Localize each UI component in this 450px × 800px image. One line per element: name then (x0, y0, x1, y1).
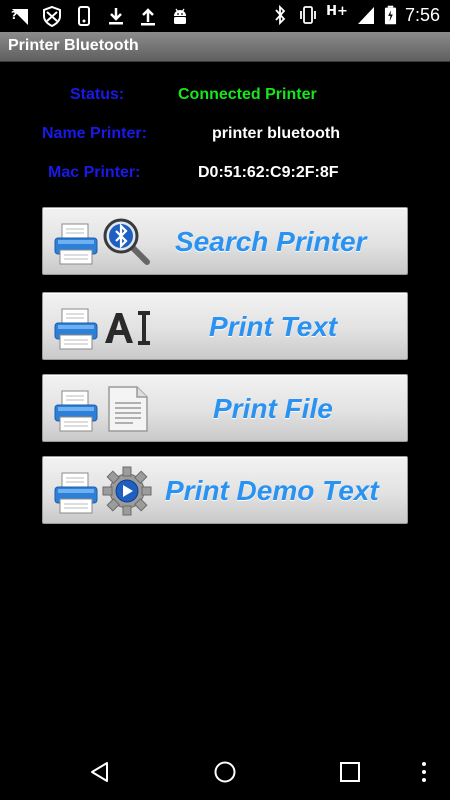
print-demo-text-label: Print Demo Text (165, 475, 379, 506)
wifi-unknown-icon: ? (11, 9, 28, 25)
mac-printer-label: Mac Printer: (48, 164, 141, 181)
action-bar: Printer Bluetooth (0, 32, 450, 62)
status-bar: ? H+ 7:56 (0, 0, 450, 32)
svg-text:?: ? (11, 9, 17, 22)
home-icon[interactable] (213, 760, 237, 784)
printer-icon (54, 390, 98, 432)
android-icon (174, 8, 186, 24)
bluetooth-search-icon (103, 218, 150, 265)
phone-icon (78, 6, 90, 26)
printer-icon (54, 308, 98, 350)
bluetooth-icon (275, 4, 286, 26)
printer-icon (54, 223, 98, 265)
overflow-menu-icon[interactable] (414, 760, 434, 784)
print-text-label: Print Text (209, 311, 338, 342)
print-file-button[interactable]: Print File (42, 374, 408, 442)
text-ai-icon (105, 311, 150, 345)
gear-play-icon (102, 466, 152, 516)
vibrate-icon (300, 6, 317, 24)
status-value: Connected Printer (178, 86, 317, 103)
status-label: Status: (70, 86, 125, 103)
name-printer-value: printer bluetooth (212, 125, 340, 142)
app-title: Printer Bluetooth (8, 37, 139, 54)
navigation-bar (0, 744, 450, 800)
network-type-label: H+ (326, 3, 348, 19)
print-text-button[interactable]: Print Text (42, 292, 408, 360)
print-demo-text-button[interactable]: Print Demo Text (42, 456, 408, 524)
battery-icon (384, 5, 397, 25)
name-printer-label: Name Printer: (42, 125, 147, 142)
download-icon (109, 8, 123, 25)
back-icon[interactable] (88, 760, 112, 784)
printer-icon (54, 472, 98, 514)
document-icon (108, 386, 148, 432)
recents-icon[interactable] (338, 760, 362, 784)
mac-printer-value: D0:51:62:C9:2F:8F (198, 164, 339, 181)
upload-icon (141, 8, 155, 26)
print-file-label: Print File (213, 393, 333, 424)
signal-icon (357, 7, 374, 24)
search-printer-button[interactable]: Search Printer (42, 207, 408, 275)
clock: 7:56 (404, 4, 440, 25)
shield-icon (43, 5, 61, 27)
search-printer-label: Search Printer (175, 226, 367, 257)
